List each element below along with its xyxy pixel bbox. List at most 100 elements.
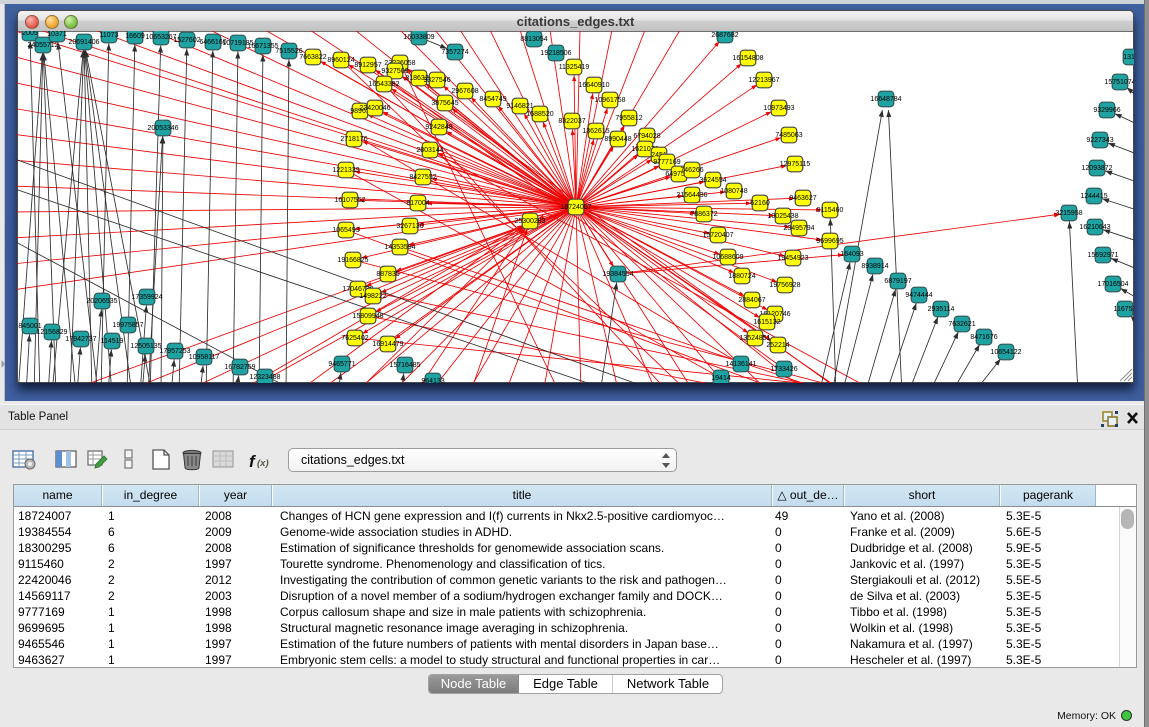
svg-text:19414: 19414 (711, 375, 731, 382)
svg-text:f: f (249, 452, 257, 471)
svg-text:164093: 164093 (840, 251, 863, 258)
svg-text:19166825: 19166825 (337, 257, 368, 264)
svg-text:19756928: 19756928 (769, 282, 800, 289)
svg-text:2718176: 2718176 (340, 136, 367, 143)
svg-text:16914479: 16914479 (372, 341, 403, 348)
svg-text:21564436: 21564436 (676, 192, 707, 199)
svg-text:817004: 817004 (406, 200, 429, 207)
svg-text:16107552: 16107552 (334, 197, 365, 204)
svg-text:9227343: 9227343 (1086, 137, 1113, 144)
svg-text:1588520: 1588520 (526, 111, 553, 118)
svg-text:16210643: 16210643 (1079, 224, 1110, 231)
svg-text:17942737: 17942737 (65, 336, 96, 343)
svg-text:3267130: 3267130 (396, 223, 423, 230)
svg-text:13524851: 13524851 (739, 335, 770, 342)
svg-text:2935114: 2935114 (928, 306, 955, 313)
svg-text:14353594: 14353594 (384, 244, 415, 251)
svg-text:10025438: 10025438 (767, 213, 798, 220)
svg-text:17016504: 17016504 (1097, 281, 1128, 288)
svg-text:9329966: 9329966 (1093, 107, 1120, 114)
svg-text:17359924: 17359924 (131, 294, 162, 301)
svg-text:11325419: 11325419 (559, 64, 590, 71)
svg-text:16782759: 16782759 (224, 364, 255, 371)
svg-text:12505135: 12505135 (130, 343, 161, 350)
svg-text:1221339: 1221339 (332, 167, 359, 174)
svg-text:10973493: 10973493 (763, 105, 794, 112)
svg-text:964133: 964133 (421, 378, 444, 383)
svg-text:(x): (x) (257, 458, 269, 469)
svg-text:746266: 746266 (680, 167, 703, 174)
svg-text:2803144: 2803144 (416, 147, 443, 154)
svg-text:6879197: 6879197 (884, 278, 911, 285)
svg-text:1312: 1312 (1123, 54, 1134, 61)
svg-text:23420046: 23420046 (359, 105, 390, 112)
svg-text:20206535: 20206535 (86, 298, 117, 305)
svg-text:8471676: 8471676 (970, 334, 997, 341)
svg-text:1527602: 1527602 (173, 37, 200, 44)
svg-text:16671355: 16671355 (247, 43, 278, 50)
svg-text:10371: 10371 (47, 31, 67, 38)
svg-text:20691406: 20691406 (68, 39, 99, 46)
svg-text:1615132: 1615132 (753, 319, 780, 326)
svg-text:7886372: 7886372 (690, 211, 717, 218)
svg-text:10653267: 10653267 (145, 34, 176, 41)
svg-text:12213967: 12213967 (748, 77, 779, 84)
svg-text:2687682: 2687682 (711, 32, 738, 39)
svg-text:23495794: 23495794 (783, 225, 814, 232)
svg-text:16648784: 16648784 (870, 96, 901, 103)
svg-text:8813054: 8813054 (520, 36, 547, 43)
svg-text:8322037: 8322037 (558, 118, 585, 125)
svg-text:9465771: 9465771 (328, 361, 355, 368)
svg-text:15716485: 15716485 (389, 362, 420, 369)
svg-text:9242848: 9242848 (425, 124, 452, 131)
svg-text:6794028: 6794028 (633, 133, 660, 140)
svg-text:7625402: 7625402 (341, 335, 368, 342)
svg-text:10958117: 10958117 (189, 354, 220, 361)
svg-text:114519: 114519 (101, 338, 124, 345)
svg-text:1498222: 1498222 (359, 293, 386, 300)
svg-text:7485063: 7485063 (775, 132, 802, 139)
svg-text:7632621: 7632621 (948, 321, 975, 328)
svg-text:62160: 62160 (750, 200, 770, 207)
svg-text:16033809: 16033809 (403, 34, 434, 41)
svg-text:18724007: 18724007 (560, 204, 591, 211)
svg-text:8990448: 8990448 (604, 136, 631, 143)
svg-text:19384554: 19384554 (602, 271, 633, 278)
svg-text:8427552: 8427552 (409, 174, 436, 181)
svg-text:2967608: 2967608 (451, 88, 478, 95)
svg-text:17957253: 17957253 (159, 348, 190, 355)
svg-text:25300283: 25300283 (514, 218, 545, 225)
svg-text:7955812: 7955812 (615, 115, 642, 122)
svg-text:24055712: 24055712 (27, 42, 58, 49)
svg-text:12975115: 12975115 (780, 161, 811, 168)
svg-text:3215958: 3215958 (1055, 210, 1082, 217)
svg-text:14136141: 14136141 (725, 361, 756, 368)
svg-text:9115460: 9115460 (817, 207, 844, 214)
svg-text:1733426: 1733426 (770, 366, 797, 373)
svg-text:1080748: 1080748 (720, 188, 747, 195)
svg-text:3624554: 3624554 (699, 177, 726, 184)
svg-text:1065493: 1065493 (332, 227, 359, 234)
svg-text:2884067: 2884067 (738, 297, 765, 304)
svg-text:15809948: 15809948 (352, 313, 383, 320)
svg-text:12323488: 12323488 (249, 374, 280, 381)
svg-text:11073: 11073 (100, 32, 119, 39)
svg-text:9777169: 9777169 (653, 159, 680, 166)
svg-text:887835: 887835 (376, 271, 399, 278)
svg-text:1362615: 1362615 (582, 128, 609, 135)
svg-text:16543382: 16543382 (368, 81, 399, 88)
svg-text:16640910: 16640910 (578, 82, 609, 89)
svg-text:12093872: 12093872 (1081, 165, 1112, 172)
svg-text:8454749: 8454749 (479, 96, 506, 103)
svg-text:12156829: 12156829 (36, 329, 67, 336)
svg-text:16154808: 16154808 (732, 55, 763, 62)
svg-text:15692971: 15692971 (1087, 252, 1118, 259)
svg-text:10961758: 10961758 (594, 97, 625, 104)
svg-text:9327509: 9327509 (381, 68, 408, 75)
svg-text:9327546: 9327546 (423, 77, 450, 84)
svg-text:9146821: 9146821 (506, 103, 533, 110)
svg-text:15720407: 15720407 (702, 232, 733, 239)
svg-text:10688609: 10688609 (712, 254, 743, 261)
svg-text:9699695: 9699695 (816, 238, 843, 245)
svg-text:7357274: 7357274 (441, 49, 468, 56)
